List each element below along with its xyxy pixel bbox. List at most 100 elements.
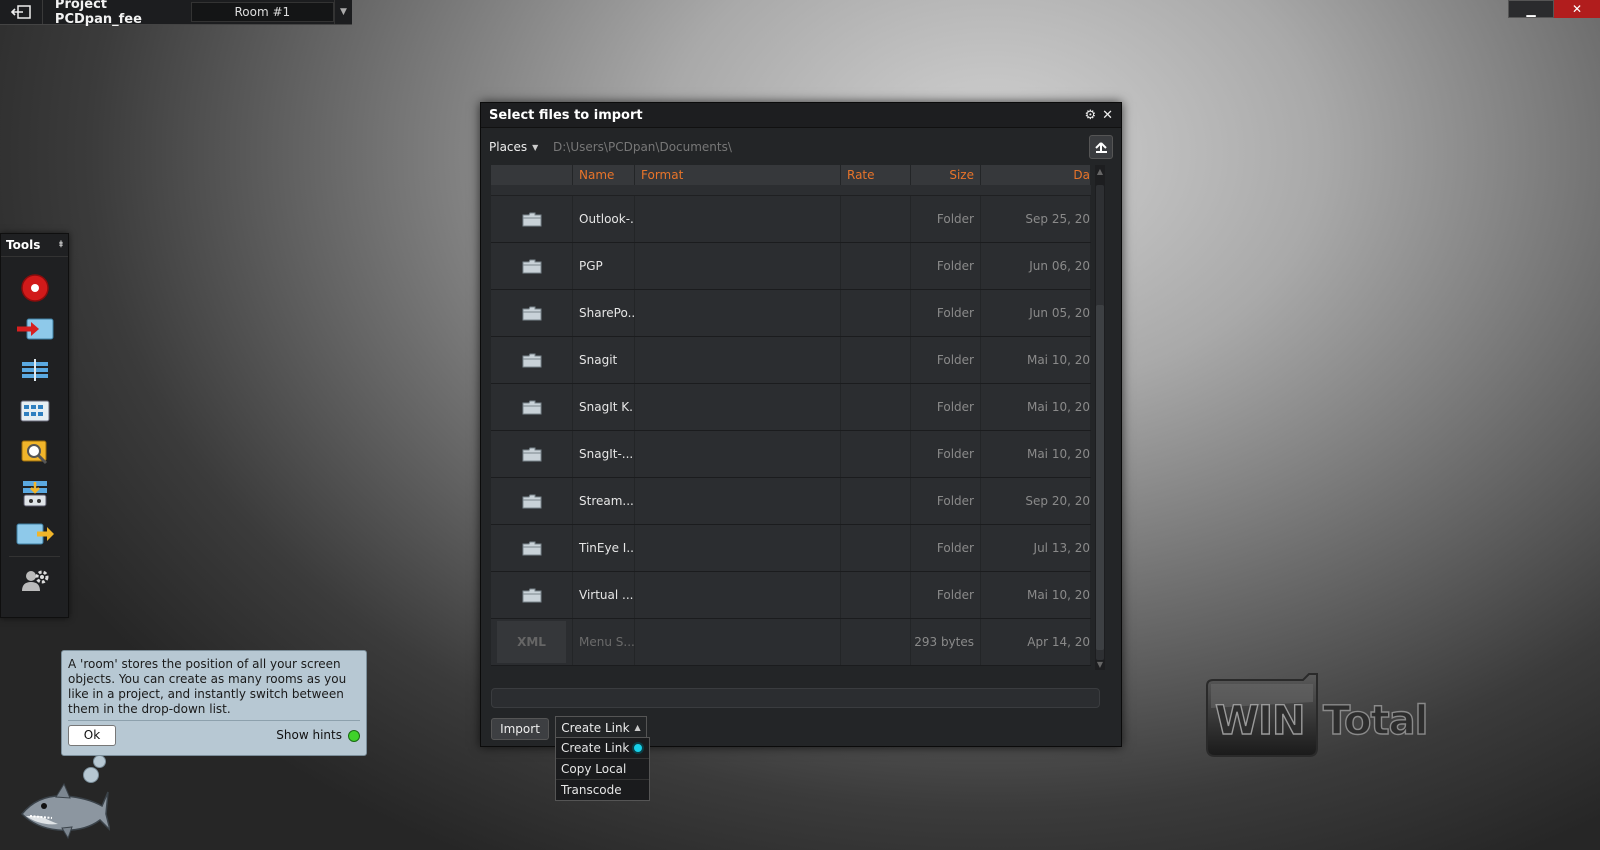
record-tool-button[interactable]	[1, 267, 68, 308]
places-dropdown[interactable]: Places ▼	[489, 140, 551, 154]
svg-text:Total: Total	[1323, 698, 1427, 744]
hint-divider	[68, 720, 360, 721]
file-format	[635, 525, 841, 571]
render-tool-button[interactable]	[1, 472, 68, 513]
folder-cell	[491, 384, 573, 430]
file-date: Sep 25, 20	[981, 196, 1091, 242]
file-format	[635, 478, 841, 524]
column-header-rate[interactable]: Rate	[841, 165, 911, 185]
close-icon: ✕	[1571, 2, 1583, 16]
mode-option-create-link[interactable]: Create Link	[556, 738, 649, 759]
horizontal-scrollbar[interactable]	[491, 688, 1100, 708]
file-size: Folder	[911, 525, 981, 571]
mode-option-copy-local[interactable]: Copy Local	[556, 759, 649, 780]
table-row[interactable]: Virtual ... Folder Mai 10, 20	[491, 572, 1091, 619]
room-dropdown[interactable]: Room #1	[190, 2, 334, 22]
file-date: Jun 05, 20	[981, 290, 1091, 336]
import-dialog: Select files to import ⚙ ✕ Places ▼ D:\U…	[480, 102, 1122, 747]
table-row[interactable]: PGP Folder Jun 06, 20	[491, 243, 1091, 290]
file-rate	[841, 337, 911, 383]
folder-icon	[522, 588, 541, 602]
export-tool-button[interactable]	[1, 513, 68, 554]
column-header-name[interactable]: Name	[573, 165, 635, 185]
settings-tool-button[interactable]	[1, 559, 68, 600]
folder-cell	[491, 525, 573, 571]
browser-tool-button[interactable]	[1, 431, 68, 472]
xml-file-icon: XML	[497, 621, 566, 663]
vertical-scrollbar[interactable]: ▲ ▼	[1095, 165, 1105, 670]
tools-title: Tools	[6, 238, 41, 252]
column-header-format[interactable]: Format	[635, 165, 841, 185]
file-size: Folder	[911, 337, 981, 383]
column-header-date[interactable]: Da	[981, 165, 1091, 185]
file-name: SharePo...	[573, 290, 635, 336]
file-name: TinEye I...	[573, 525, 635, 571]
pin-icon[interactable]: ⯒	[59, 237, 63, 253]
folder-icon	[522, 447, 541, 461]
file-date: Apr 14, 20	[981, 619, 1091, 665]
file-rate	[841, 525, 911, 571]
gear-icon[interactable]: ⚙	[1084, 108, 1096, 123]
tools-panel: Tools ⯒	[0, 233, 69, 618]
grid-tool-button[interactable]	[1, 390, 68, 431]
table-row[interactable]: Stream... Folder Sep 20, 20	[491, 478, 1091, 525]
file-date: Mai 10, 20	[981, 431, 1091, 477]
path-field[interactable]: D:\Users\PCDpan\Documents\	[551, 137, 1089, 157]
file-name: Virtual ...	[573, 572, 635, 618]
file-name: Outlook-...	[573, 196, 635, 242]
search-browser-icon	[21, 440, 47, 464]
close-window-button[interactable]: ✕	[1554, 0, 1600, 18]
file-rate	[841, 290, 911, 336]
file-rate	[841, 243, 911, 289]
file-size: Folder	[911, 290, 981, 336]
chevron-up-icon: ▲	[634, 723, 641, 732]
mode-option-transcode[interactable]: Transcode	[556, 780, 649, 800]
folder-cell	[491, 196, 573, 242]
file-format	[635, 431, 841, 477]
folder-icon	[522, 259, 541, 273]
table-row[interactable]: Snagit Folder Mai 10, 20	[491, 337, 1091, 384]
places-label: Places	[489, 140, 528, 154]
file-format	[635, 243, 841, 289]
table-row[interactable]: SnagIt K... Folder Mai 10, 20	[491, 384, 1091, 431]
folder-up-icon	[1095, 142, 1107, 153]
folder-icon	[522, 353, 541, 367]
chevron-down-icon: ▼	[532, 142, 539, 152]
file-rate	[841, 478, 911, 524]
scroll-thumb[interactable]	[1096, 305, 1104, 650]
scroll-down-icon[interactable]: ▼	[1095, 658, 1105, 670]
column-header-size[interactable]: Size	[911, 165, 981, 185]
wintotal-logo: WIN Total	[1205, 672, 1455, 767]
shark-mascot-icon[interactable]	[18, 780, 112, 843]
scroll-up-icon[interactable]: ▲	[1095, 165, 1105, 177]
ok-button[interactable]: Ok	[68, 725, 116, 746]
file-size: Folder	[911, 431, 981, 477]
chevron-down-icon[interactable]: ▼	[333, 0, 352, 24]
close-icon[interactable]: ✕	[1102, 108, 1113, 123]
minimize-button[interactable]: ▁	[1508, 0, 1554, 18]
file-date: Mai 10, 20	[981, 384, 1091, 430]
table-row[interactable]: SharePo... Folder Jun 05, 20	[491, 290, 1091, 337]
import-button[interactable]: Import	[491, 718, 549, 740]
table-row[interactable]: Outlook-... FolderSep 25, 20	[491, 196, 1091, 243]
table-row[interactable]: XML Menu S... 293 bytes Apr 14, 20	[491, 619, 1091, 666]
file-rate	[841, 384, 911, 430]
file-name: Stream...	[573, 478, 635, 524]
hint-popup: A 'room' stores the position of all your…	[61, 650, 367, 756]
user-settings-icon	[21, 570, 48, 591]
table-row[interactable]: TinEye I... Folder Jul 13, 20	[491, 525, 1091, 572]
table-row[interactable]: SnagIt-... Folder Mai 10, 20	[491, 431, 1091, 478]
import-mode-dropdown[interactable]: Create Link ▲	[555, 716, 647, 738]
folder-icon	[522, 494, 541, 508]
parent-folder-button[interactable]	[1089, 135, 1113, 159]
show-hints-toggle[interactable]: Show hints	[276, 728, 360, 743]
file-date: Mai 10, 20	[981, 337, 1091, 383]
timeline-icon	[21, 358, 48, 381]
file-format	[635, 619, 841, 665]
exit-button[interactable]	[0, 0, 43, 24]
file-format	[635, 290, 841, 336]
file-format	[635, 337, 841, 383]
minimize-icon: ▁	[1526, 3, 1536, 17]
timeline-tool-button[interactable]	[1, 349, 68, 390]
import-tool-button[interactable]	[1, 308, 68, 349]
